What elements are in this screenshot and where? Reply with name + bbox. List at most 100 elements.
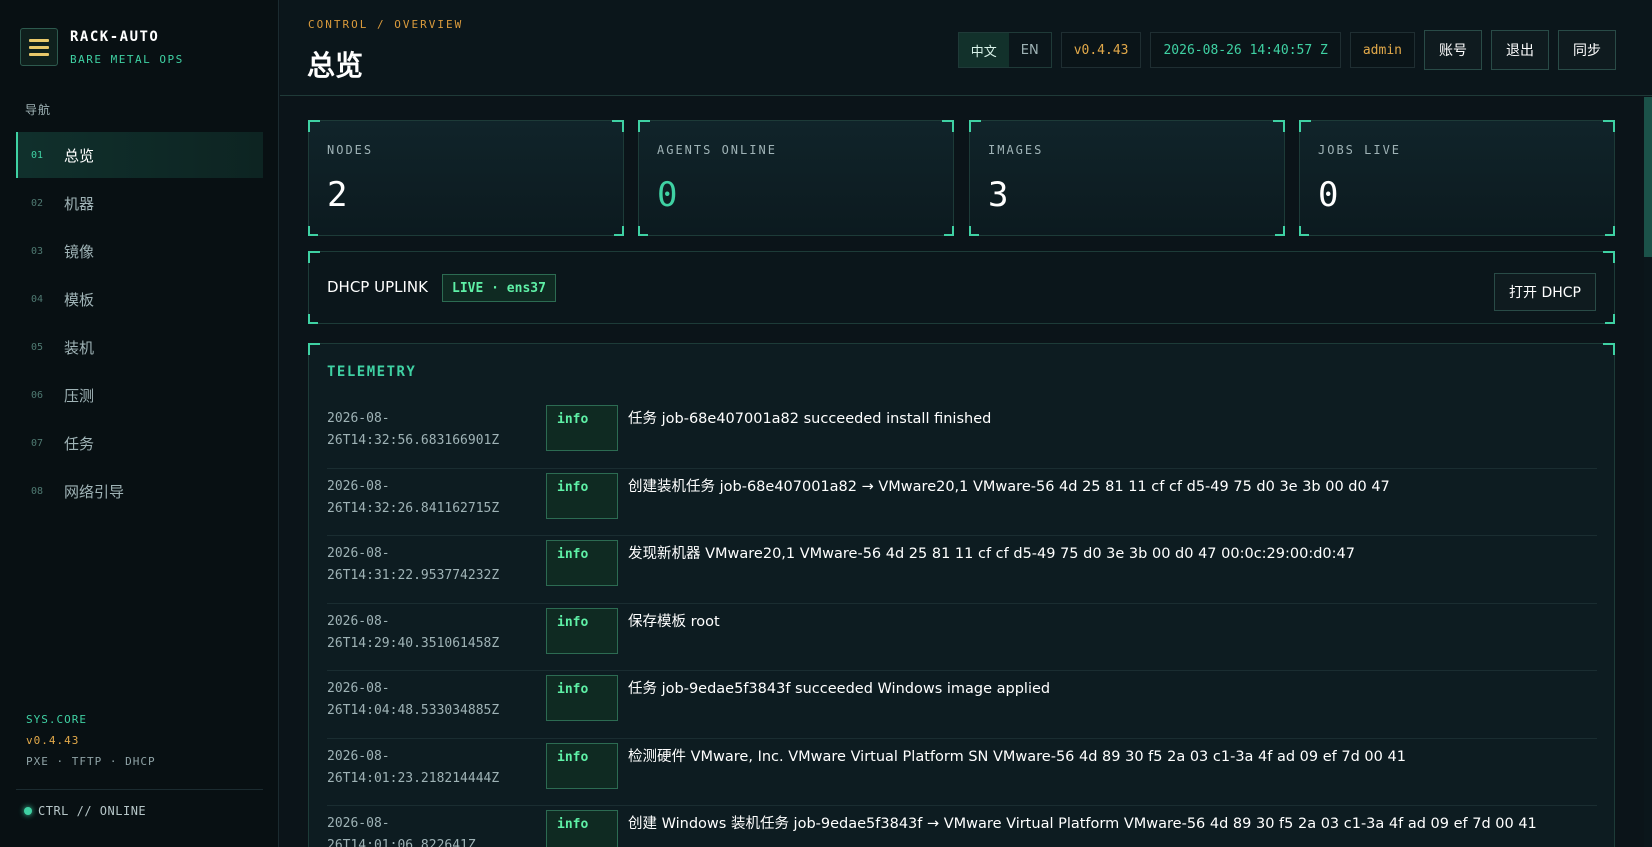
log-message: 保存模板 root: [628, 613, 720, 630]
open-dhcp-button[interactable]: 打开 DHCP: [1494, 273, 1596, 311]
stat-value: 2: [327, 175, 348, 215]
telemetry-panel: TELEMETRY 2026-08- 26T14:32:56.683166901Z…: [308, 343, 1615, 847]
system-info: SYS.CORE v0.4.43 PXE · TFTP · DHCP: [26, 713, 156, 768]
stat-label: JOBS LIVE: [1318, 143, 1402, 157]
logout-button[interactable]: 退出: [1491, 30, 1549, 70]
log-timestamp: 2026-08- 26T14:01:23.218214444Z: [327, 748, 500, 786]
telemetry-list: 2026-08- 26T14:32:56.683166901Z info 任务 j…: [327, 401, 1597, 847]
sidebar-item-netboot[interactable]: 08 网络引导: [16, 468, 263, 514]
nav-number: 04: [31, 293, 44, 305]
log-row: 2026-08- 26T14:01:23.218214444Z info 检测硬件…: [327, 739, 1597, 806]
nav-number: 08: [31, 485, 44, 497]
sidebar-item-install[interactable]: 05 装机: [16, 324, 263, 370]
breadcrumb: CONTROL / OVERVIEW: [308, 18, 464, 31]
brand: RACK-AUTO BARE METAL OPS: [20, 28, 184, 66]
log-timestamp: 2026-08- 26T14:01:06.822641Z: [327, 816, 476, 847]
sidebar-item-images[interactable]: 03 镜像: [16, 228, 263, 274]
log-message: 任务 job-9edae5f3843f succeeded Windows im…: [628, 681, 1051, 697]
stat-label: IMAGES: [988, 143, 1044, 157]
header-actions: 中文 EN v0.4.43 2026-08-26 14:40:57 Z admi…: [957, 30, 1616, 70]
sidebar-item-templates[interactable]: 04 模板: [16, 276, 263, 322]
stat-card-agents-online: AGENTS ONLINE 0: [638, 120, 954, 236]
version-chip: v0.4.43: [1060, 32, 1142, 68]
telemetry-title: TELEMETRY: [327, 364, 417, 380]
log-level-badge: info: [546, 607, 618, 654]
stat-label: NODES: [327, 143, 374, 157]
nav-number: 07: [31, 437, 44, 449]
log-timestamp: 2026-08- 26T14:32:26.841162715Z: [327, 478, 500, 516]
nav-number: 01: [31, 149, 44, 161]
top-bar: CONTROL / OVERVIEW 总览 中文 EN v0.4.43 2026…: [280, 0, 1652, 96]
stat-value: 3: [988, 175, 1009, 215]
log-level-badge: info: [546, 742, 618, 789]
lang-en-button[interactable]: EN: [1009, 33, 1051, 67]
sidebar: RACK-AUTO BARE METAL OPS 导航 01 总览 02 机器 …: [0, 0, 279, 847]
sidebar-item-stress-test[interactable]: 06 压测: [16, 372, 263, 418]
stat-value: 0: [1318, 175, 1339, 215]
log-level-badge: info: [546, 675, 618, 721]
account-button[interactable]: 账号: [1424, 30, 1482, 70]
sidebar-item-jobs[interactable]: 07 任务: [16, 420, 263, 466]
dhcp-title: DHCP UPLINK: [327, 278, 428, 296]
stat-card-nodes: NODES 2: [308, 120, 624, 236]
divider: [16, 789, 263, 790]
stat-value: 0: [657, 175, 678, 215]
status-text: CTRL // ONLINE: [38, 804, 147, 818]
log-row: 2026-08- 26T14:04:48.533034885Z info 任务 j…: [327, 671, 1597, 739]
log-row: 2026-08- 26T14:32:56.683166901Z info 任务 j…: [327, 401, 1597, 469]
nav-number: 05: [31, 341, 44, 353]
brand-subtitle: BARE METAL OPS: [70, 52, 184, 66]
stat-label: AGENTS ONLINE: [657, 143, 777, 157]
log-row: 2026-08- 26T14:29:40.351061458Z info 保存模板…: [327, 604, 1597, 671]
brand-title: RACK-AUTO: [70, 28, 160, 45]
user-chip: admin: [1349, 32, 1415, 68]
log-level-badge: info: [546, 810, 618, 847]
sidebar-item-overview[interactable]: 01 总览: [16, 132, 263, 178]
nav-number: 06: [31, 389, 44, 401]
stat-card-jobs-live: JOBS LIVE 0: [1299, 120, 1615, 236]
nav-label: 模板: [64, 290, 95, 309]
log-timestamp: 2026-08- 26T14:29:40.351061458Z: [327, 613, 500, 651]
nav-label: 网络引导: [64, 482, 125, 501]
nav-number: 03: [31, 245, 44, 257]
log-timestamp: 2026-08- 26T14:04:48.533034885Z: [327, 681, 500, 718]
sys-version: v0.4.43: [26, 734, 80, 747]
dhcp-status-badge: LIVE · ens37: [442, 274, 556, 302]
nav-label: 任务: [64, 434, 95, 453]
log-timestamp: 2026-08- 26T14:32:56.683166901Z: [327, 411, 500, 448]
page-title: 总览: [307, 49, 364, 82]
log-level-badge: info: [546, 405, 618, 451]
log-message: 检测硬件 VMware, Inc. VMware Virtual Platfor…: [628, 748, 1406, 765]
nav-number: 02: [31, 197, 44, 209]
page-scrollbar[interactable]: [1644, 97, 1652, 847]
log-level-badge: info: [546, 472, 618, 519]
nav-heading: 导航: [25, 103, 52, 117]
nav-label: 机器: [64, 194, 95, 213]
log-row: 2026-08- 26T14:01:06.822641Z info 创建 Wind…: [327, 806, 1597, 847]
menu-icon[interactable]: [20, 28, 58, 66]
connection-status: CTRL // ONLINE: [24, 804, 146, 818]
log-level-badge: info: [546, 540, 618, 586]
sync-button[interactable]: 同步: [1558, 30, 1616, 70]
nav-label: 镜像: [64, 242, 95, 261]
log-message: 发现新机器 VMware20,1 VMware-56 4d 25 81 11 c…: [628, 546, 1355, 562]
stat-card-images: IMAGES 3: [969, 120, 1285, 236]
nav-label: 压测: [64, 386, 95, 405]
language-switch: 中文 EN: [957, 32, 1052, 68]
log-message: 任务 job-68e407001a82 succeeded install fi…: [628, 411, 992, 427]
log-message: 创建装机任务 job-68e407001a82 → VMware20,1 VMw…: [628, 478, 1390, 495]
status-dot-icon: [24, 807, 32, 815]
dhcp-uplink-panel: DHCP UPLINK LIVE · ens37 打开 DHCP: [308, 251, 1615, 324]
log-row: 2026-08- 26T14:32:26.841162715Z info 创建装机…: [327, 469, 1597, 536]
clock-chip: 2026-08-26 14:40:57 Z: [1150, 32, 1341, 68]
sidebar-item-machines[interactable]: 02 机器: [16, 180, 263, 226]
sys-core-label: SYS.CORE: [26, 713, 87, 726]
nav-list: 01 总览 02 机器 03 镜像 04 模板 05 装机 06 压测 07 任…: [16, 132, 263, 516]
nav-label: 装机: [64, 338, 95, 357]
log-message: 创建 Windows 装机任务 job-9edae5f3843f → VMwar…: [628, 816, 1537, 832]
nav-label: 总览: [64, 146, 95, 165]
scrollbar-thumb[interactable]: [1644, 97, 1652, 257]
main-content: NODES 2 AGENTS ONLINE 0 IMAGES 3 JOBS LI…: [280, 97, 1652, 847]
sys-protocols: PXE · TFTP · DHCP: [26, 755, 156, 768]
lang-zh-button[interactable]: 中文: [958, 33, 1009, 67]
